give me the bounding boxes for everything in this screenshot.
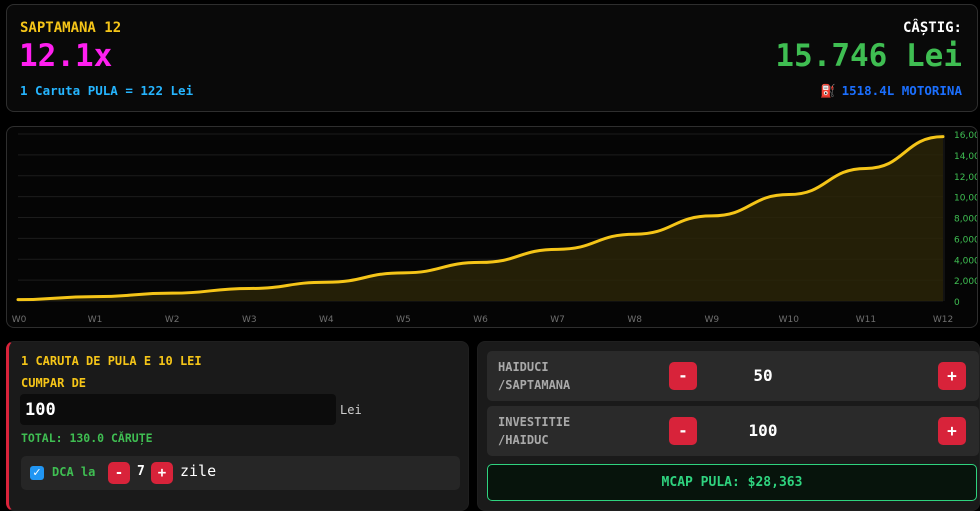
investitie-value: 100 (748, 421, 778, 440)
investitie-increment-button[interactable]: + (938, 417, 966, 445)
x-tick-label: W5 (396, 315, 411, 325)
amount-input[interactable] (20, 394, 336, 425)
dca-checkbox[interactable]: ✓ (30, 466, 44, 480)
x-tick-label: W3 (242, 315, 257, 325)
x-tick-label: W4 (319, 315, 334, 325)
chart-svg: 16,000 14,000 12,000 10,000 8,000 6,000 4,000 2… (12, 131, 978, 325)
y-tick-label: 0 (954, 298, 960, 308)
fuel-pump-icon: ⛽ (820, 83, 836, 98)
series-area (18, 136, 943, 301)
x-tick-label: W9 (704, 315, 719, 325)
exchange-rate: 1 Caruta PULA = 122 Lei (20, 83, 194, 98)
buy-subtitle: CUMPAR DE (21, 376, 87, 390)
x-tick-label: W7 (550, 315, 565, 325)
y-tick-label: 16,000 (954, 131, 978, 141)
week-label: SAPTAMANA 12 (20, 20, 122, 36)
dca-increment-button[interactable]: + (151, 462, 173, 484)
data-point (634, 233, 636, 235)
amount-unit: Lei (340, 403, 362, 417)
data-point (171, 292, 173, 294)
data-point (865, 167, 867, 169)
data-point (557, 248, 559, 250)
data-point (402, 272, 404, 274)
y-tick-label: 6,000 (954, 235, 978, 245)
buy-title: 1 CARUTA DE PULA E 10 LEI (21, 354, 202, 368)
investitie-label: INVESTITIE (498, 415, 571, 429)
haiduci-row: HAIDUCI /SAPTAMANA - 50 + (487, 351, 979, 401)
y-tick-label: 8,000 (954, 215, 978, 225)
y-tick-label: 10,000 (954, 194, 978, 204)
data-point (480, 261, 481, 263)
x-tick-label: W8 (627, 315, 642, 325)
fuel-readout: ⛽ 1518.4L MOTORINA (820, 83, 962, 99)
haiduci-label: HAIDUCI (498, 360, 549, 374)
data-point (325, 281, 327, 283)
haiduci-value: 50 (753, 366, 773, 385)
y-tick-label: 2,000 (954, 277, 978, 287)
control-card: HAIDUCI /SAPTAMANA - 50 + INVESTITIE /HA… (477, 341, 980, 511)
x-tick-label: W12 (933, 315, 953, 325)
data-point (711, 215, 713, 217)
x-tick-label: W1 (88, 315, 103, 325)
y-tick-label: 4,000 (954, 256, 978, 266)
data-point (17, 299, 19, 301)
haiduci-sublabel: /SAPTAMANA (498, 378, 571, 392)
x-tick-label: W2 (165, 315, 180, 325)
buy-card: 1 CARUTA DE PULA E 10 LEI CUMPAR DE Lei … (6, 341, 469, 511)
mcap-button[interactable]: MCAP PULA: $28,363 (487, 464, 977, 501)
multiplier-value: 12.1x (19, 38, 113, 74)
data-point (248, 287, 250, 289)
dca-row: ✓ DCA la - 7 + zile (21, 456, 460, 490)
y-tick-label: 14,000 (954, 152, 978, 162)
x-tick-label: W10 (779, 315, 800, 325)
fuel-value: 1518.4L MOTORINA (841, 83, 962, 98)
dca-days-value: 7 (137, 464, 145, 479)
x-tick-label: W6 (473, 315, 488, 325)
investitie-row: INVESTITIE /HAIDUC - 100 + (487, 406, 979, 456)
gain-value: 15.746 Lei (775, 38, 962, 74)
x-tick-label: W0 (12, 315, 27, 325)
haiduci-increment-button[interactable]: + (938, 362, 966, 390)
total-readout: TOTAL: 130.0 CĂRUȚE (21, 431, 153, 445)
data-point (788, 194, 790, 196)
x-tick-label: W11 (856, 315, 876, 325)
data-point (94, 296, 96, 298)
y-tick-label: 12,000 (954, 173, 978, 183)
stats-header: SAPTAMANA 12 12.1x 1 Caruta PULA = 122 L… (6, 4, 978, 112)
investitie-sublabel: /HAIDUC (498, 433, 549, 447)
dca-decrement-button[interactable]: - (108, 462, 130, 484)
dca-label: DCA la (52, 465, 96, 479)
data-point (942, 136, 944, 138)
dca-unit: zile (180, 462, 217, 480)
growth-chart: 16,000 14,000 12,000 10,000 8,000 6,000 4,000 2… (6, 126, 978, 328)
gain-label: CÂȘTIG: (902, 20, 962, 36)
